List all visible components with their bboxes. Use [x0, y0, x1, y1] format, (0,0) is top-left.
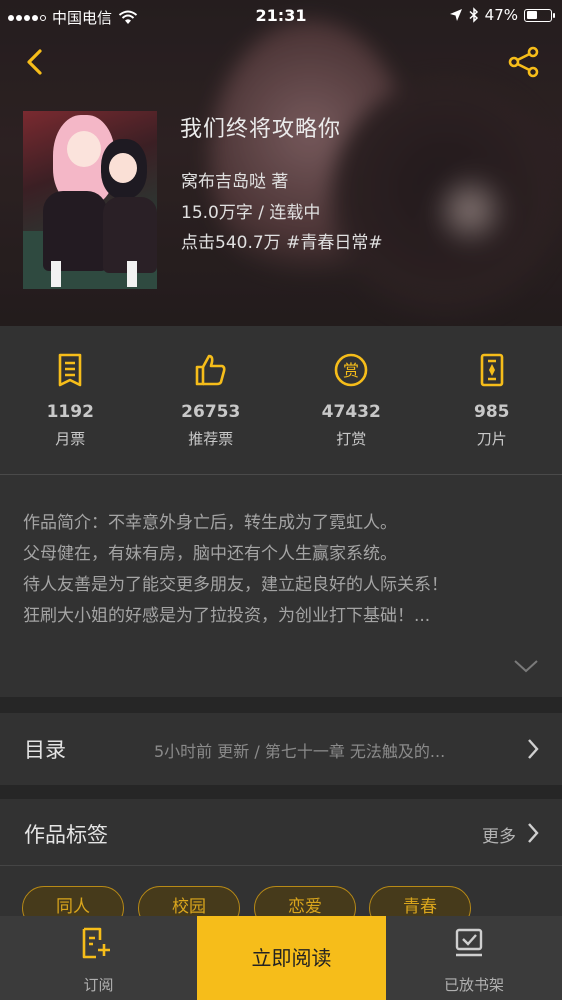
- battery-percent: 47%: [484, 6, 518, 24]
- toc-title: 目录: [24, 738, 66, 762]
- on-shelf-label: 已放书架: [443, 976, 504, 994]
- stat-label: 打赏: [336, 430, 367, 448]
- bluetooth-icon: [469, 7, 478, 23]
- read-now-button[interactable]: 立即阅读: [197, 916, 386, 1000]
- on-shelf-button[interactable]: 已放书架: [386, 916, 562, 1000]
- tag-chip[interactable]: 同人: [22, 886, 124, 918]
- book-word-count-status: 15.0万字 / 连载中: [181, 203, 321, 223]
- monthly-ticket-icon: [58, 353, 82, 387]
- divider: [0, 474, 562, 475]
- book-author: 窝布吉岛哒 著: [181, 172, 289, 192]
- book-cover[interactable]: [23, 111, 157, 289]
- status-bar: 中国电信 21:31 47%: [0, 0, 562, 34]
- stat-value: 1192: [46, 402, 94, 422]
- chevron-down-icon: [514, 660, 538, 673]
- tag-list: 同人 校园 恋爱 青春: [0, 866, 562, 918]
- stats-bar: 1192 月票 26753 推荐票 赏 47432 打赏 985 刀片: [0, 326, 562, 474]
- tag-chip[interactable]: 恋爱: [254, 886, 356, 918]
- stat-label: 刀片: [476, 430, 507, 448]
- description-line: 狂刷大小姐的好感是为了拉投资，为创业打下基础！...: [23, 606, 431, 626]
- svg-text:赏: 赏: [343, 361, 359, 380]
- stat-value: 26753: [181, 402, 241, 422]
- tags-header: 作品标签 更多: [0, 799, 562, 865]
- battery-icon: [524, 8, 555, 22]
- description-line: 父母健在，有妹有房，脑中还有个人生赢家系统。: [23, 544, 397, 564]
- chevron-left-icon: [27, 49, 42, 75]
- thumbs-up-icon: [195, 354, 226, 386]
- book-description: 作品简介：不幸意外身亡后，转生成为了霓虹人。 父母健在，有妹有房，脑中还有个人生…: [23, 508, 543, 632]
- chevron-right-icon: [528, 739, 539, 759]
- stat-blade[interactable]: 985 刀片: [422, 326, 562, 474]
- tag-chip[interactable]: 校园: [138, 886, 240, 918]
- table-of-contents-row[interactable]: 目录 5小时前 更新 / 第七十一章 无法触及的...: [0, 713, 562, 785]
- stat-label: 月票: [55, 430, 86, 448]
- subscribe-button[interactable]: 订阅: [0, 916, 197, 1000]
- stat-reward[interactable]: 赏 47432 打赏: [281, 326, 422, 474]
- reward-coin-icon: 赏: [334, 353, 368, 387]
- bottom-action-bar: 订阅 立即阅读 已放书架: [0, 916, 562, 1000]
- section-gap: [0, 697, 562, 713]
- stat-value: 985: [474, 402, 510, 422]
- back-button[interactable]: [18, 44, 54, 80]
- subscribe-icon: [82, 927, 110, 959]
- chevron-right-icon[interactable]: [526, 821, 540, 845]
- stat-recommend[interactable]: 26753 推荐票: [141, 326, 282, 474]
- tags-title: 作品标签: [24, 823, 108, 847]
- expand-description-button[interactable]: [512, 656, 540, 676]
- book-title: 我们终将攻略你: [180, 117, 342, 142]
- more-tags-link[interactable]: 更多: [482, 822, 516, 847]
- share-icon: [508, 46, 539, 78]
- latest-update-info: 5小时前 更新 / 第七十一章 无法触及的...: [154, 742, 446, 761]
- stat-monthly-ticket[interactable]: 1192 月票: [0, 326, 141, 474]
- subscribe-label: 订阅: [83, 976, 114, 994]
- section-gap: [0, 785, 562, 799]
- blade-icon: [480, 353, 504, 387]
- description-line: 待人友善是为了能交更多朋友，建立起良好的人际关系！: [23, 575, 448, 595]
- tag-chip[interactable]: 青春: [369, 886, 471, 918]
- location-icon: [449, 9, 462, 21]
- book-clicks-tag: 点击540.7万 #青春日常#: [181, 233, 383, 253]
- description-line: 作品简介：不幸意外身亡后，转生成为了霓虹人。: [23, 513, 397, 533]
- share-button[interactable]: [506, 44, 542, 80]
- bookshelf-check-icon: [455, 928, 483, 957]
- stat-label: 推荐票: [188, 430, 234, 448]
- stat-value: 47432: [321, 402, 381, 422]
